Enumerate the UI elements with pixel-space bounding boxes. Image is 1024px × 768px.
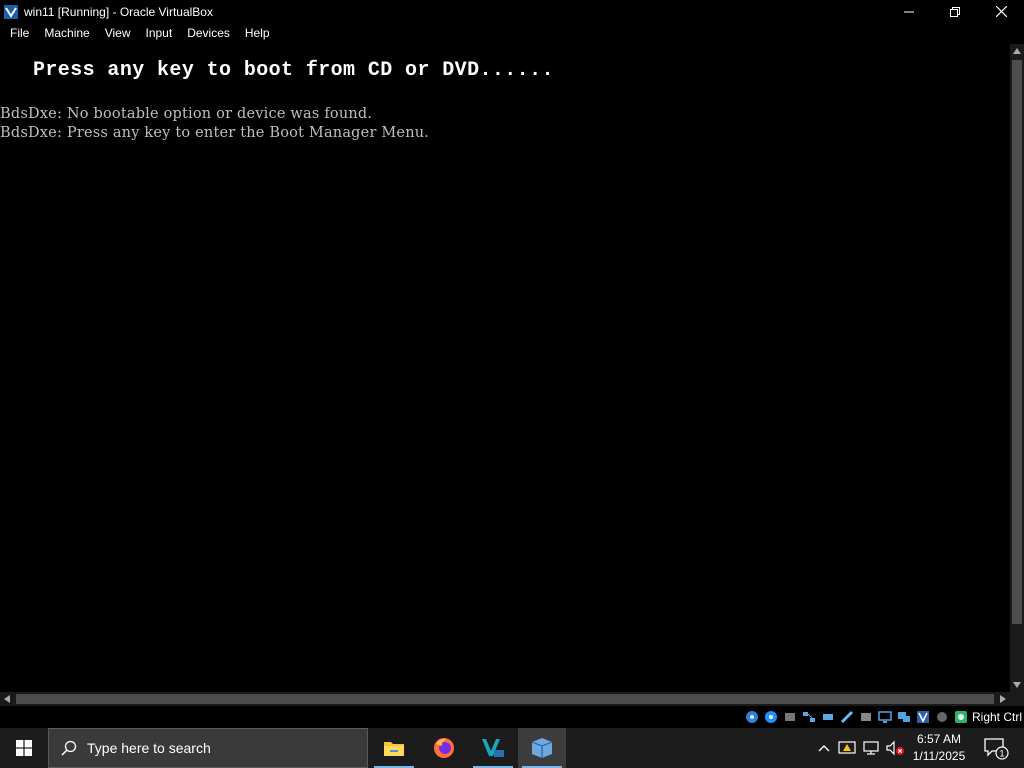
taskbar-clock[interactable]: 6:57 AM 1/11/2025 — [906, 728, 972, 768]
clock-date: 1/11/2025 — [912, 749, 966, 763]
search-icon — [61, 740, 77, 756]
scroll-down-arrow-icon[interactable] — [1010, 678, 1024, 692]
vm-status-bar: Right Ctrl — [0, 706, 1024, 728]
network-wired-icon — [863, 741, 879, 755]
menu-devices[interactable]: Devices — [182, 23, 235, 44]
taskbar-virtualbox[interactable] — [518, 728, 566, 768]
windows-taskbar: Type here to search 6:57 AM 1/11/2025 1 — [0, 728, 1024, 768]
uefi-message-line: BdsDxe: Press any key to enter the Boot … — [0, 125, 430, 141]
hard-disk-icon[interactable] — [745, 710, 759, 724]
menu-file[interactable]: File — [5, 23, 34, 44]
search-placeholder: Type here to search — [87, 740, 211, 756]
clock-time: 6:57 AM — [916, 732, 962, 746]
host-key-icon[interactable] — [954, 710, 968, 724]
tray-network-icon[interactable] — [860, 728, 882, 768]
network-icon[interactable] — [802, 710, 816, 724]
window-title: win11 [Running] - Oracle VirtualBox — [24, 4, 213, 19]
scroll-right-arrow-icon[interactable] — [996, 692, 1010, 706]
menu-machine[interactable]: Machine — [39, 23, 94, 44]
notification-count: 1 — [999, 749, 1004, 759]
vertical-scrollbar[interactable] — [1010, 44, 1024, 692]
boot-prompt-text: Press any key to boot from CD or DVD....… — [33, 59, 554, 82]
file-explorer-icon — [384, 742, 404, 756]
shared-folders-icon[interactable] — [840, 710, 854, 724]
app-v-icon — [482, 739, 504, 757]
chevron-up-icon — [818, 745, 830, 752]
scroll-left-arrow-icon[interactable] — [0, 692, 14, 706]
uefi-message-line: BdsDxe: No bootable option or device was… — [0, 106, 373, 122]
usb-icon[interactable] — [821, 710, 835, 724]
recording-icon[interactable] — [897, 710, 911, 724]
mouse-integration-icon[interactable] — [935, 710, 949, 724]
vertical-scroll-thumb[interactable] — [1012, 60, 1022, 624]
vm-display[interactable]: Press any key to boot from CD or DVD....… — [0, 44, 1010, 692]
taskbar-file-explorer[interactable] — [370, 728, 418, 768]
notification-center-button[interactable]: 1 — [976, 728, 1016, 768]
close-button[interactable] — [978, 0, 1024, 23]
window-title-bar[interactable]: win11 [Running] - Oracle VirtualBox — [0, 0, 1024, 23]
virtualization-icon[interactable] — [916, 710, 930, 724]
restore-icon — [950, 6, 960, 17]
virtualbox-icon — [531, 738, 553, 758]
start-button[interactable] — [0, 728, 48, 768]
virtualbox-app-icon — [4, 4, 18, 19]
restore-button[interactable] — [932, 0, 978, 23]
notification-icon: 1 — [984, 738, 1009, 760]
menu-input[interactable]: Input — [141, 23, 178, 44]
scroll-up-arrow-icon[interactable] — [1010, 44, 1024, 58]
audio-icon[interactable] — [783, 710, 797, 724]
menu-bar: File Machine View Input Devices Help — [0, 23, 1024, 44]
video-capture-icon[interactable] — [878, 710, 892, 724]
host-key-label[interactable]: Right Ctrl — [972, 710, 1022, 724]
speaker-muted-icon — [886, 740, 904, 756]
horizontal-scrollbar[interactable] — [0, 692, 1010, 706]
taskbar-visual-studio-code[interactable] — [469, 728, 517, 768]
menu-view[interactable]: View — [100, 23, 136, 44]
display-icon[interactable] — [859, 710, 873, 724]
show-hidden-icons-button[interactable] — [814, 728, 834, 768]
tray-security-icon[interactable] — [836, 728, 858, 768]
horizontal-scroll-thumb[interactable] — [16, 694, 994, 704]
close-icon — [995, 6, 1007, 17]
optical-drive-icon[interactable] — [764, 710, 778, 724]
scroll-corner — [1010, 692, 1024, 706]
minimize-button[interactable] — [886, 0, 932, 23]
menu-help[interactable]: Help — [240, 23, 275, 44]
taskbar-search-box[interactable]: Type here to search — [48, 728, 368, 768]
minimize-icon — [904, 11, 914, 12]
taskbar-firefox[interactable] — [420, 728, 468, 768]
firefox-icon — [434, 738, 454, 758]
tray-volume-icon[interactable] — [884, 728, 906, 768]
alert-monitor-icon — [838, 741, 856, 754]
windows-logo-icon — [16, 740, 32, 756]
